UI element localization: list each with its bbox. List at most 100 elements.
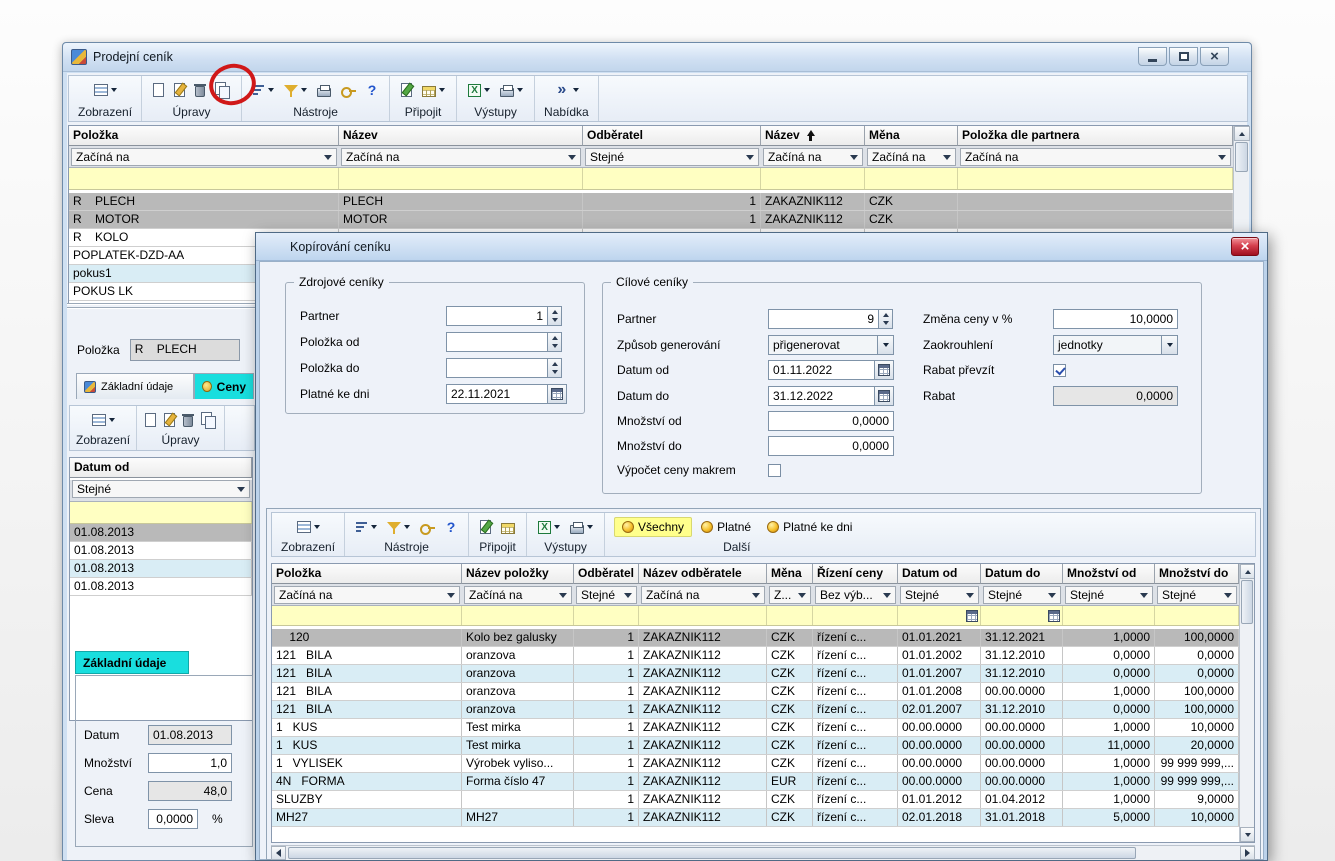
attach-table-button[interactable]: [420, 83, 447, 98]
quantity-to-input[interactable]: 0,0000: [768, 436, 894, 456]
minimize-button[interactable]: [1138, 47, 1167, 66]
search-input-cell[interactable]: [639, 606, 767, 625]
scroll-right-button[interactable]: [1240, 846, 1255, 860]
generation-mode-combobox[interactable]: přigenerovat: [768, 335, 894, 355]
table-row[interactable]: 1 VYLISEKVýrobek vyliso...1ZAKAZNIK112CZ…: [272, 755, 1239, 773]
search-input-cell[interactable]: [1063, 606, 1155, 625]
menu-button[interactable]: [552, 82, 581, 99]
maximize-button[interactable]: [1169, 47, 1198, 66]
target-date-to-input[interactable]: 31.12.2022: [768, 386, 875, 406]
filter-dropdown[interactable]: Začíná na: [641, 586, 765, 604]
filter-all-button[interactable]: Všechny: [614, 517, 692, 537]
column-header[interactable]: Množství do: [1155, 564, 1239, 584]
copy-record-button[interactable]: [199, 411, 218, 429]
column-header[interactable]: Množství od: [1063, 564, 1155, 584]
delete-record-button[interactable]: [193, 82, 207, 98]
new-record-button[interactable]: [143, 412, 158, 428]
scroll-left-button[interactable]: [271, 846, 286, 860]
view-mode-button[interactable]: [295, 520, 322, 534]
scroll-up-button[interactable]: [1240, 564, 1255, 579]
calendar-icon[interactable]: [966, 610, 978, 622]
column-header[interactable]: Datum od: [898, 564, 981, 584]
search-input-cell[interactable]: [767, 606, 813, 625]
column-header[interactable]: Odběratel: [583, 126, 761, 146]
sort-button[interactable]: [251, 83, 276, 97]
column-header[interactable]: Název: [339, 126, 583, 146]
column-header[interactable]: Datum od: [70, 458, 252, 478]
shortcut-button[interactable]: [418, 520, 437, 534]
filter-dropdown[interactable]: Stejné: [983, 586, 1061, 604]
view-mode-button[interactable]: [90, 413, 117, 427]
new-record-button[interactable]: [151, 82, 166, 98]
search-input-cell[interactable]: [981, 606, 1063, 625]
dropdown-button[interactable]: [877, 335, 894, 355]
dialog-titlebar[interactable]: Kopírování ceníku: [256, 233, 1267, 261]
scroll-down-button[interactable]: [1240, 827, 1255, 842]
edit-record-button[interactable]: [162, 412, 177, 428]
help-button[interactable]: [364, 82, 380, 99]
search-input-cell[interactable]: [898, 606, 981, 625]
scrollbar-thumb[interactable]: [1235, 142, 1248, 172]
dialog-close-button[interactable]: [1231, 237, 1259, 256]
filter-dropdown[interactable]: Začíná na: [341, 148, 581, 166]
source-item-to-input[interactable]: [446, 358, 548, 378]
table-row[interactable]: 01.08.2013: [70, 524, 252, 542]
table-row[interactable]: 121 BILAoranzova1ZAKAZNIK112CZKřízení c.…: [272, 683, 1239, 701]
filter-dropdown[interactable]: Stejné: [585, 148, 759, 166]
filter-dropdown[interactable]: Stejné: [900, 586, 979, 604]
filter-dropdown[interactable]: Stejné: [1157, 586, 1237, 604]
print-button[interactable]: [498, 82, 525, 98]
edit-record-button[interactable]: [172, 82, 187, 98]
calendar-button[interactable]: [875, 360, 894, 380]
column-header[interactable]: Řízení ceny: [813, 564, 898, 584]
vertical-scrollbar[interactable]: [1239, 564, 1254, 842]
filter-dropdown[interactable]: Začíná na: [763, 148, 863, 166]
search-input-cell[interactable]: [69, 168, 339, 189]
calendar-icon[interactable]: [1048, 610, 1060, 622]
table-row[interactable]: MH27MH271ZAKAZNIK112CZKřízení c...02.01.…: [272, 809, 1239, 827]
export-excel-button[interactable]: [466, 83, 492, 98]
dropdown-button[interactable]: [1161, 335, 1178, 355]
filter-button[interactable]: [282, 83, 309, 98]
price-change-input[interactable]: 10,0000: [1053, 309, 1178, 329]
spinner-buttons[interactable]: [548, 306, 562, 326]
table-row[interactable]: 121 BILAoranzova1ZAKAZNIK112CZKřízení c.…: [272, 647, 1239, 665]
search-input-cell[interactable]: [339, 168, 583, 189]
close-button[interactable]: [1200, 47, 1229, 66]
search-input-cell[interactable]: [272, 606, 462, 625]
table-row[interactable]: 120Kolo bez galusky1ZAKAZNIK112CZKřízení…: [272, 629, 1239, 647]
table-row[interactable]: SLUZBY1ZAKAZNIK112CZKřízení c...01.01.20…: [272, 791, 1239, 809]
rounding-combobox[interactable]: jednotky: [1053, 335, 1178, 355]
column-header[interactable]: Měna: [865, 126, 958, 146]
quantity-from-input[interactable]: 0,0000: [768, 411, 894, 431]
filter-valid-button[interactable]: Platné: [694, 518, 758, 536]
column-header[interactable]: Položka: [69, 126, 339, 146]
table-row[interactable]: R MOTORMOTOR1ZAKAZNIK112CZK: [69, 211, 1233, 229]
table-row[interactable]: 121 BILAoranzova1ZAKAZNIK112CZKřízení c.…: [272, 665, 1239, 683]
table-row[interactable]: 01.08.2013: [70, 578, 252, 596]
column-header[interactable]: Název odběratele: [639, 564, 767, 584]
delete-record-button[interactable]: [181, 412, 195, 428]
view-mode-button[interactable]: [92, 83, 119, 97]
print-setup-button[interactable]: [315, 82, 333, 98]
search-input-cell[interactable]: [574, 606, 639, 625]
mnozstvi-field[interactable]: 1,0: [148, 753, 232, 773]
search-input-cell[interactable]: [761, 168, 865, 189]
column-header[interactable]: Položka dle partnera: [958, 126, 1233, 146]
export-excel-button[interactable]: [536, 520, 562, 535]
source-valid-date-input[interactable]: 22.11.2021: [446, 384, 548, 404]
tab-ceny[interactable]: Ceny: [194, 373, 254, 399]
filter-valid-to-date-button[interactable]: Platné ke dni: [760, 518, 859, 536]
table-row[interactable]: 1 KUSTest mirka1ZAKAZNIK112CZKřízení c..…: [272, 737, 1239, 755]
source-item-from-input[interactable]: [446, 332, 548, 352]
sort-button[interactable]: [354, 520, 379, 534]
target-date-from-input[interactable]: 01.11.2022: [768, 360, 875, 380]
horizontal-scrollbar[interactable]: [271, 845, 1255, 860]
column-header[interactable]: Datum do: [981, 564, 1063, 584]
source-partner-input[interactable]: 1: [446, 306, 548, 326]
spinner-buttons[interactable]: [879, 309, 893, 329]
column-header[interactable]: Položka: [272, 564, 462, 584]
attach-edit-button[interactable]: [478, 519, 493, 535]
spinner-buttons[interactable]: [548, 358, 562, 378]
copy-record-button[interactable]: [213, 81, 232, 99]
